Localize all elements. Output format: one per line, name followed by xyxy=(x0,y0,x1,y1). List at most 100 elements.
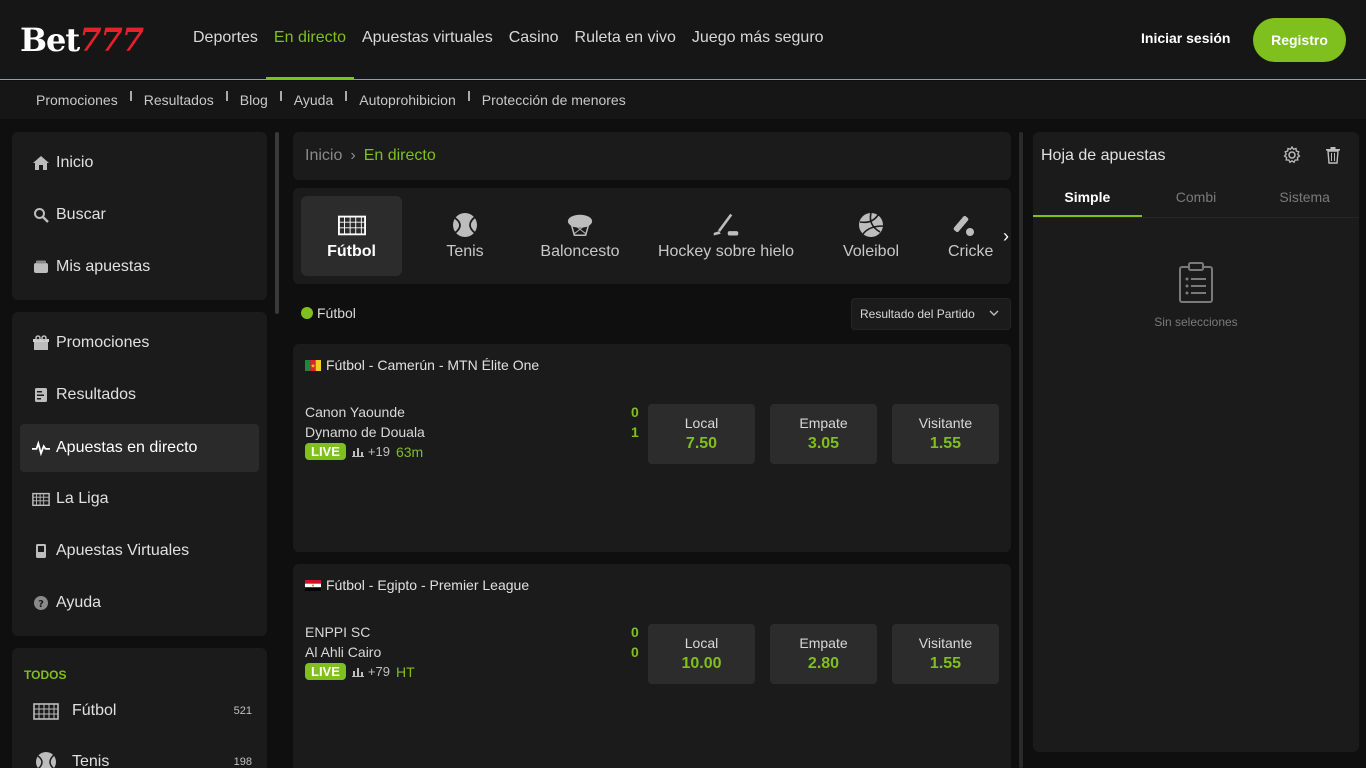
tab-label: Baloncesto xyxy=(540,243,620,260)
tab-sistema[interactable]: Sistema xyxy=(1250,184,1359,217)
sidebar-sport-tenis[interactable]: Tenis 198 xyxy=(32,742,252,768)
register-button[interactable]: Registro xyxy=(1253,18,1346,62)
gift-icon xyxy=(32,334,50,352)
odd-button-local[interactable]: Local 10.00 xyxy=(648,624,755,684)
sport-count: 198 xyxy=(233,756,252,768)
odd-button-empate[interactable]: Empate 2.80 xyxy=(770,624,877,684)
subnav-resultados[interactable]: Resultados xyxy=(136,92,222,108)
sidebar-item-ayuda[interactable]: ? Ayuda xyxy=(20,579,259,627)
sidebar-item-inicio[interactable]: Inicio xyxy=(20,139,259,187)
nav-juego-mas-seguro[interactable]: Juego más seguro xyxy=(684,0,832,80)
home-icon xyxy=(32,154,50,172)
sport-tabs: Fútbol Tenis Baloncesto Hockey sobre hie… xyxy=(293,188,1011,284)
league-title[interactable]: Fútbol - Egipto - Premier League xyxy=(305,577,529,593)
filter-sport-label: Fútbol xyxy=(317,305,356,321)
virtual-device-icon xyxy=(32,542,50,560)
sidebar-item-mis-apuestas[interactable]: Mis apuestas xyxy=(20,243,259,291)
sidebar-group-links: Promociones Resultados Apuestas en direc… xyxy=(12,312,267,636)
nav-casino[interactable]: Casino xyxy=(501,0,567,80)
away-team[interactable]: Al Ahli Cairo xyxy=(305,644,381,660)
sidebar-item-label: Ayuda xyxy=(56,594,102,611)
cricket-bat-icon xyxy=(948,211,976,239)
sidebar-sport-futbol[interactable]: Fútbol 521 xyxy=(32,691,252,731)
sport-name: Fútbol xyxy=(72,702,117,719)
sidebar-scrollbar[interactable] xyxy=(275,132,279,314)
tab-baloncesto[interactable]: Baloncesto xyxy=(529,196,631,276)
breadcrumb-current: En directo xyxy=(363,147,436,164)
league-title[interactable]: Fútbol - Camerún - MTN Élite One xyxy=(305,357,539,373)
sport-name: Tenis xyxy=(72,753,110,768)
breadcrumb-home-link[interactable]: Inicio xyxy=(305,147,342,165)
soccer-goal-icon xyxy=(337,211,366,239)
sidebar-item-label: Promociones xyxy=(56,334,150,351)
soccer-goal-icon xyxy=(32,701,60,721)
filter-row: Fútbol Resultado del Partido xyxy=(301,298,1011,330)
odd-button-visitante[interactable]: Visitante 1.55 xyxy=(892,624,999,684)
sidebar-item-resultados[interactable]: Resultados xyxy=(20,371,259,419)
main-scrollbar[interactable] xyxy=(1019,132,1023,768)
nav-apuestas-virtuales[interactable]: Apuestas virtuales xyxy=(354,0,501,80)
main-nav: Deportes En directo Apuestas virtuales C… xyxy=(185,0,832,80)
tab-combi[interactable]: Combi xyxy=(1142,184,1251,217)
subnav-ayuda[interactable]: Ayuda xyxy=(286,92,341,108)
subnav-separator xyxy=(129,91,132,101)
tennis-ball-icon xyxy=(451,211,479,239)
odd-button-local[interactable]: Local 7.50 xyxy=(648,404,755,464)
subnav-separator xyxy=(345,91,348,101)
tab-hockey-sobre-hielo[interactable]: Hockey sobre hielo xyxy=(649,196,803,276)
tab-simple[interactable]: Simple xyxy=(1033,184,1142,217)
sidebar-item-promociones[interactable]: Promociones xyxy=(20,319,259,367)
sidebar-item-la-liga[interactable]: La Liga xyxy=(20,475,259,523)
subnav-blog[interactable]: Blog xyxy=(232,92,276,108)
trash-icon[interactable] xyxy=(1325,146,1341,169)
stats-bar-icon[interactable] xyxy=(351,664,364,680)
subnav-proteccion-menores[interactable]: Protección de menores xyxy=(474,92,634,108)
sub-nav: Promociones Resultados Blog Ayuda Autopr… xyxy=(0,81,1366,119)
breadcrumb: Inicio › En directo xyxy=(293,132,1011,180)
match-time: HT xyxy=(395,663,415,680)
stats-bar-icon[interactable] xyxy=(351,444,364,460)
sidebar-item-label: Apuestas en directo xyxy=(56,439,198,456)
sidebar-item-buscar[interactable]: Buscar xyxy=(20,191,259,239)
home-team[interactable]: ENPPI SC xyxy=(305,624,370,640)
sidebar-item-apuestas-en-directo[interactable]: Apuestas en directo xyxy=(20,424,259,472)
sidebar-item-label: Mis apuestas xyxy=(56,258,151,275)
nav-deportes[interactable]: Deportes xyxy=(185,0,266,80)
home-score: 0 xyxy=(631,404,639,420)
subnav-separator xyxy=(279,91,282,101)
sidebar-item-label: Resultados xyxy=(56,386,137,403)
odd-button-empate[interactable]: Empate 3.05 xyxy=(770,404,877,464)
away-team[interactable]: Dynamo de Douala xyxy=(305,424,425,440)
tab-voleibol[interactable]: Voleibol xyxy=(831,196,911,276)
tab-tenis[interactable]: Tenis xyxy=(419,196,511,276)
sidebar-group-sports: TODOS Fútbol 521 Tenis 198 xyxy=(12,648,267,768)
live-info: LIVE +79 HT xyxy=(305,663,415,680)
bet777-logo[interactable]: Bet777 xyxy=(20,22,144,58)
sidebar-item-apuestas-virtuales[interactable]: Apuestas Virtuales xyxy=(20,527,259,575)
scroll-right-arrow-icon[interactable]: › xyxy=(1003,226,1009,247)
subnav-separator xyxy=(225,91,228,101)
odd-button-visitante[interactable]: Visitante 1.55 xyxy=(892,404,999,464)
tab-futbol[interactable]: Fútbol xyxy=(301,196,402,276)
login-link[interactable]: Iniciar sesión xyxy=(1141,30,1230,46)
sidebar-group-main: Inicio Buscar Mis apuestas xyxy=(12,132,267,300)
more-markets-count[interactable]: +79 xyxy=(368,664,390,679)
away-score: 0 xyxy=(631,644,639,660)
sidebar-item-label: Apuestas Virtuales xyxy=(56,542,190,559)
tennis-ball-icon xyxy=(32,752,60,768)
home-team[interactable]: Canon Yaounde xyxy=(305,404,405,420)
nav-en-directo[interactable]: En directo xyxy=(265,0,354,80)
chevron-right-icon: › xyxy=(350,147,356,164)
clipboard-icon xyxy=(1178,262,1214,309)
pulse-icon xyxy=(32,439,50,457)
tab-cricket[interactable]: Cricke xyxy=(948,196,1008,276)
nav-ruleta-en-vivo[interactable]: Ruleta en vivo xyxy=(567,0,684,80)
sidebar-item-label: Inicio xyxy=(56,154,94,171)
subnav-autoprohibicion[interactable]: Autoprohibicion xyxy=(351,92,464,108)
market-select-value: Resultado del Partido xyxy=(860,307,975,321)
subnav-promociones[interactable]: Promociones xyxy=(28,92,126,108)
gear-icon[interactable] xyxy=(1283,145,1301,169)
more-markets-count[interactable]: +19 xyxy=(368,444,390,459)
live-badge: LIVE xyxy=(305,663,346,680)
market-select[interactable]: Resultado del Partido xyxy=(851,298,1011,330)
